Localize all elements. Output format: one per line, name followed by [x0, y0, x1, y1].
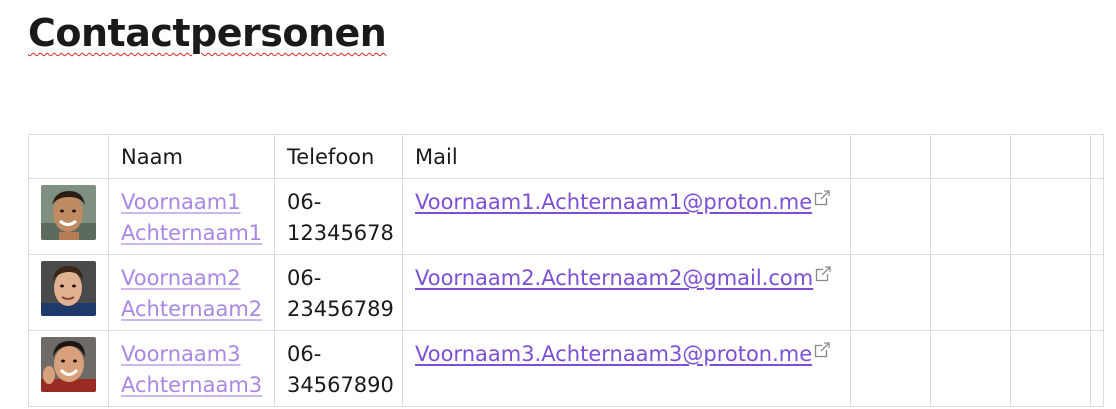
table-row: Voornaam3 Achternaam3 06- 34567890 Voorn…	[28, 330, 1104, 407]
mail-cell: Voornaam3.Achternaam3@proton.me	[402, 330, 851, 407]
table-row: Voornaam1 Achternaam1 06- 12345678 Voorn…	[28, 178, 1104, 255]
empty-cell[interactable]	[930, 330, 1011, 407]
empty-cell[interactable]	[1010, 254, 1091, 331]
avatar-photo-icon	[41, 185, 96, 240]
mail-link[interactable]: Voornaam3.Achternaam3@proton.me	[415, 342, 812, 366]
phone-cell[interactable]: 06- 23456789	[274, 254, 403, 331]
avatar-photo-icon	[41, 261, 96, 316]
header-naam[interactable]: Naam	[108, 134, 275, 179]
contact-first-name-link[interactable]: Voornaam1	[121, 187, 274, 218]
empty-cell[interactable]	[1010, 330, 1091, 407]
header-empty[interactable]	[1010, 134, 1091, 179]
photo-cell[interactable]	[28, 254, 109, 331]
phone-number: 23456789	[287, 297, 394, 321]
header-mail[interactable]: Mail	[402, 134, 851, 179]
name-cell: Voornaam1 Achternaam1	[108, 178, 275, 255]
contact-last-name-link[interactable]: Achternaam3	[121, 370, 274, 401]
page-title[interactable]: Contactpersonen	[28, 8, 387, 58]
empty-cell[interactable]	[850, 254, 931, 331]
avatar-photo-icon	[41, 337, 96, 392]
header-photo[interactable]	[28, 134, 109, 179]
contact-last-name-link[interactable]: Achternaam1	[121, 218, 274, 249]
empty-cell[interactable]	[1010, 178, 1091, 255]
avatar	[41, 337, 96, 392]
empty-cell[interactable]	[1090, 254, 1104, 331]
empty-cell[interactable]	[930, 178, 1011, 255]
contacts-table: Naam Telefoon Mail Voornaam1 Achternaam1…	[28, 134, 1104, 407]
phone-number: 12345678	[287, 221, 394, 245]
avatar	[41, 185, 96, 240]
name-cell: Voornaam2 Achternaam2	[108, 254, 275, 331]
external-link-icon[interactable]	[815, 266, 832, 282]
name-cell: Voornaam3 Achternaam3	[108, 330, 275, 407]
external-link-icon[interactable]	[814, 342, 831, 358]
empty-cell[interactable]	[1090, 330, 1104, 407]
phone-number: 34567890	[287, 373, 394, 397]
header-empty[interactable]	[850, 134, 931, 179]
mail-link[interactable]: Voornaam2.Achternaam2@gmail.com	[415, 266, 813, 290]
mail-cell: Voornaam2.Achternaam2@gmail.com	[402, 254, 851, 331]
phone-cell[interactable]: 06- 34567890	[274, 330, 403, 407]
photo-cell[interactable]	[28, 330, 109, 407]
contact-first-name-link[interactable]: Voornaam2	[121, 263, 274, 294]
empty-cell[interactable]	[850, 330, 931, 407]
photo-cell[interactable]	[28, 178, 109, 255]
mail-link[interactable]: Voornaam1.Achternaam1@proton.me	[415, 190, 812, 214]
empty-cell[interactable]	[930, 254, 1011, 331]
header-telefoon[interactable]: Telefoon	[274, 134, 403, 179]
mail-cell: Voornaam1.Achternaam1@proton.me	[402, 178, 851, 255]
header-empty[interactable]	[1090, 134, 1104, 179]
contact-first-name-link[interactable]: Voornaam3	[121, 339, 274, 370]
page: Contactpersonen Naam Telefoon Mail Voorn…	[0, 0, 1116, 409]
contact-last-name-link[interactable]: Achternaam2	[121, 294, 274, 325]
header-empty[interactable]	[930, 134, 1011, 179]
empty-cell[interactable]	[850, 178, 931, 255]
empty-cell[interactable]	[1090, 178, 1104, 255]
table-header-row: Naam Telefoon Mail	[28, 134, 1104, 179]
external-link-icon[interactable]	[814, 190, 831, 206]
phone-prefix: 06-	[287, 266, 322, 290]
phone-prefix: 06-	[287, 190, 322, 214]
avatar	[41, 261, 96, 316]
phone-cell[interactable]: 06- 12345678	[274, 178, 403, 255]
phone-prefix: 06-	[287, 342, 322, 366]
table-row: Voornaam2 Achternaam2 06- 23456789 Voorn…	[28, 254, 1104, 331]
